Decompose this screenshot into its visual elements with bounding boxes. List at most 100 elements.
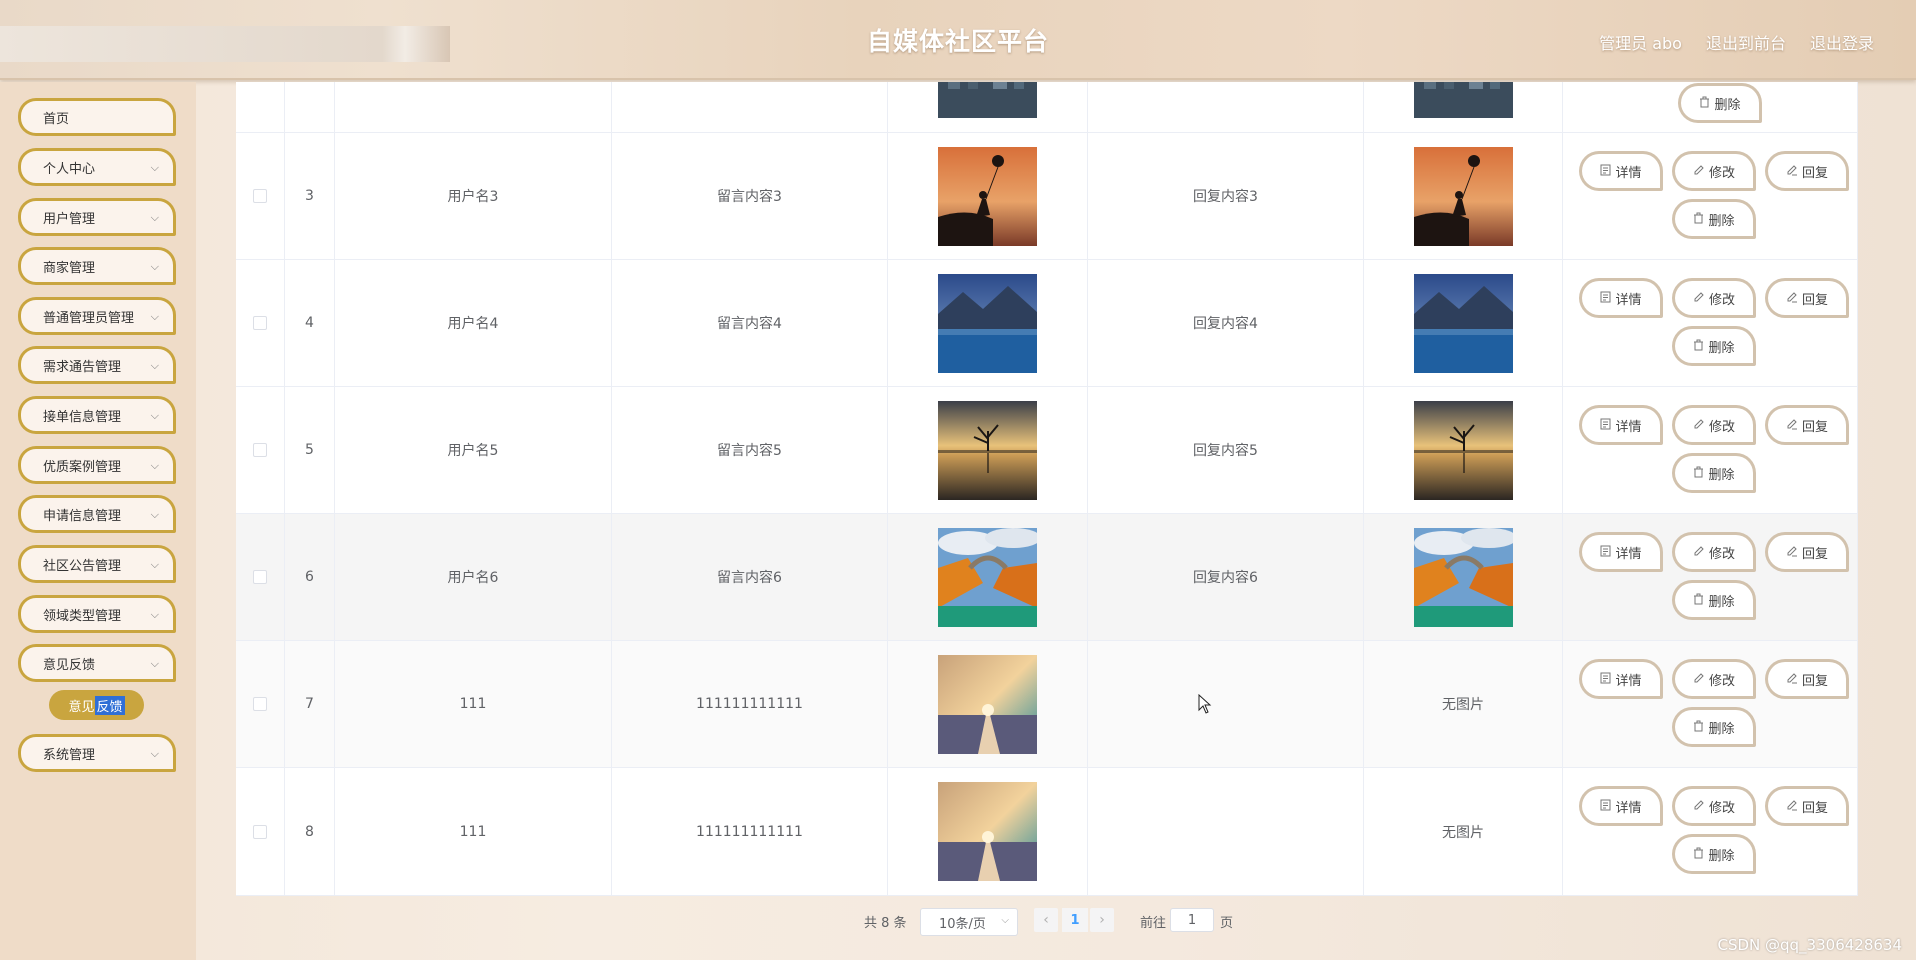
actions-cell: 详情 修改 回复 删除 xyxy=(1563,133,1858,259)
reply-image[interactable] xyxy=(1413,273,1513,373)
page-number-current[interactable]: 1 xyxy=(1062,908,1088,932)
goto-page-input[interactable] xyxy=(1170,908,1214,932)
goto-label: 前往 xyxy=(1140,916,1167,931)
checkbox-cell xyxy=(236,133,285,259)
reply-button[interactable]: 回复 xyxy=(1765,659,1849,699)
sidebar-item[interactable]: 意见反馈 ⌵ xyxy=(18,644,176,682)
username-text: 用户名5 xyxy=(447,443,499,459)
delete-button[interactable]: 删除 xyxy=(1672,834,1756,874)
sidebar-item[interactable]: 商家管理 ⌵ xyxy=(18,247,176,285)
sidebar-item[interactable]: 社区公告管理 ⌵ xyxy=(18,545,176,583)
sidebar-item[interactable]: 个人中心 ⌵ xyxy=(18,148,176,186)
edit-button[interactable]: 修改 xyxy=(1672,151,1756,191)
sidebar-item[interactable]: 首页 xyxy=(18,98,176,136)
detail-button[interactable]: 详情 xyxy=(1579,532,1663,572)
row-checkbox[interactable] xyxy=(253,697,267,711)
delete-button[interactable]: 删除 xyxy=(1672,453,1756,493)
detail-button[interactable]: 详情 xyxy=(1579,786,1663,826)
detail-button-label: 详情 xyxy=(1615,673,1642,689)
mouse-cursor-icon xyxy=(1198,694,1212,714)
sidebar-item[interactable]: 普通管理员管理 ⌵ xyxy=(18,297,176,335)
edit-button-label: 修改 xyxy=(1708,673,1735,689)
username-cell: 用户名3 xyxy=(335,133,612,259)
username-text: 111 xyxy=(459,823,487,840)
detail-button[interactable]: 详情 xyxy=(1579,659,1663,699)
message-image[interactable] xyxy=(938,654,1037,754)
delete-button[interactable]: 删除 xyxy=(1672,199,1756,239)
reply-button[interactable]: 回复 xyxy=(1765,405,1849,445)
username-cell: 用户名6 xyxy=(335,514,612,640)
message-cell: 留言内容6 xyxy=(612,514,888,640)
edit-button[interactable]: 修改 xyxy=(1672,532,1756,572)
chevron-down-icon: ⌵ xyxy=(1001,915,1009,926)
reply-icon xyxy=(1786,291,1798,306)
reply-icon xyxy=(1786,545,1798,560)
username-text: 用户名6 xyxy=(447,570,499,586)
row-checkbox[interactable] xyxy=(253,316,267,330)
prev-page-button[interactable]: ‹ xyxy=(1034,908,1058,932)
message-image[interactable] xyxy=(938,400,1037,500)
reply-cell xyxy=(1088,641,1364,767)
reply-button[interactable]: 回复 xyxy=(1765,786,1849,826)
next-page-button[interactable]: › xyxy=(1090,908,1114,932)
delete-button[interactable]: 删除 xyxy=(1672,707,1756,747)
row-checkbox[interactable] xyxy=(253,570,267,584)
delete-button[interactable]: 删除 xyxy=(1672,326,1756,366)
edit-icon xyxy=(1693,291,1705,306)
delete-icon xyxy=(1693,720,1704,735)
delete-button[interactable]: 删除 xyxy=(1672,580,1756,620)
sidebar-item[interactable]: 优质案例管理 ⌵ xyxy=(18,446,176,484)
message-text: 留言内容3 xyxy=(717,189,782,205)
reply-button[interactable]: 回复 xyxy=(1765,532,1849,572)
edit-button[interactable]: 修改 xyxy=(1672,786,1756,826)
detail-button[interactable]: 详情 xyxy=(1579,151,1663,191)
sidebar-subitem-feedback[interactable]: 意见 反馈 xyxy=(49,690,144,720)
detail-button[interactable]: 详情 xyxy=(1579,278,1663,318)
detail-icon xyxy=(1600,545,1611,560)
row-checkbox[interactable] xyxy=(253,443,267,457)
edit-icon xyxy=(1693,799,1705,814)
message-image[interactable] xyxy=(938,82,1037,118)
logout-link[interactable]: 退出登录 xyxy=(1810,30,1874,54)
table-row: 删除 xyxy=(236,82,1858,133)
sidebar-item[interactable]: 系统管理 ⌵ xyxy=(18,734,176,772)
reply-image[interactable] xyxy=(1413,146,1513,246)
row-checkbox[interactable] xyxy=(253,189,267,203)
detail-icon xyxy=(1600,418,1611,433)
detail-icon xyxy=(1600,164,1611,179)
message-image[interactable] xyxy=(938,782,1037,881)
reply-image-cell xyxy=(1364,133,1563,259)
edit-button[interactable]: 修改 xyxy=(1672,278,1756,318)
sidebar-item[interactable]: 用户管理 ⌵ xyxy=(18,198,176,236)
sidebar-item[interactable]: 接单信息管理 ⌵ xyxy=(18,396,176,434)
row-checkbox[interactable] xyxy=(253,824,267,839)
sidebar-item[interactable]: 申请信息管理 ⌵ xyxy=(18,495,176,533)
detail-button[interactable]: 详情 xyxy=(1579,405,1663,445)
actions-cell: 详情 修改 回复 删除 xyxy=(1563,260,1858,386)
message-image[interactable] xyxy=(938,527,1037,627)
edit-button[interactable]: 修改 xyxy=(1672,405,1756,445)
reply-button[interactable]: 回复 xyxy=(1765,278,1849,318)
message-image[interactable] xyxy=(938,146,1037,246)
sidebar-item[interactable]: 领域类型管理 ⌵ xyxy=(18,595,176,633)
page-size-select[interactable]: 10条/页 ⌵ xyxy=(920,908,1018,936)
table-row: 3 用户名3 留言内容3 回复内容3 详情 修改 回复 删除 xyxy=(236,133,1858,260)
message-image-cell xyxy=(888,768,1088,895)
chevron-down-icon: ⌵ xyxy=(150,608,159,621)
reply-image-cell xyxy=(1364,387,1563,513)
sidebar-item-label: 领域类型管理 xyxy=(43,608,122,624)
delete-button[interactable]: 删除 xyxy=(1678,83,1762,123)
message-image[interactable] xyxy=(938,273,1037,373)
edit-icon xyxy=(1693,672,1705,687)
message-cell: 111111111111 xyxy=(612,641,888,767)
reply-image[interactable] xyxy=(1413,527,1513,627)
reply-image[interactable] xyxy=(1413,82,1513,118)
reply-button[interactable]: 回复 xyxy=(1765,151,1849,191)
message-cell: 留言内容4 xyxy=(612,260,888,386)
sidebar-item[interactable]: 需求通告管理 ⌵ xyxy=(18,346,176,384)
edit-button[interactable]: 修改 xyxy=(1672,659,1756,699)
reply-image[interactable] xyxy=(1413,400,1513,500)
delete-icon xyxy=(1699,96,1710,111)
row-index: 6 xyxy=(305,569,314,585)
exit-to-front-link[interactable]: 退出到前台 xyxy=(1706,30,1786,54)
